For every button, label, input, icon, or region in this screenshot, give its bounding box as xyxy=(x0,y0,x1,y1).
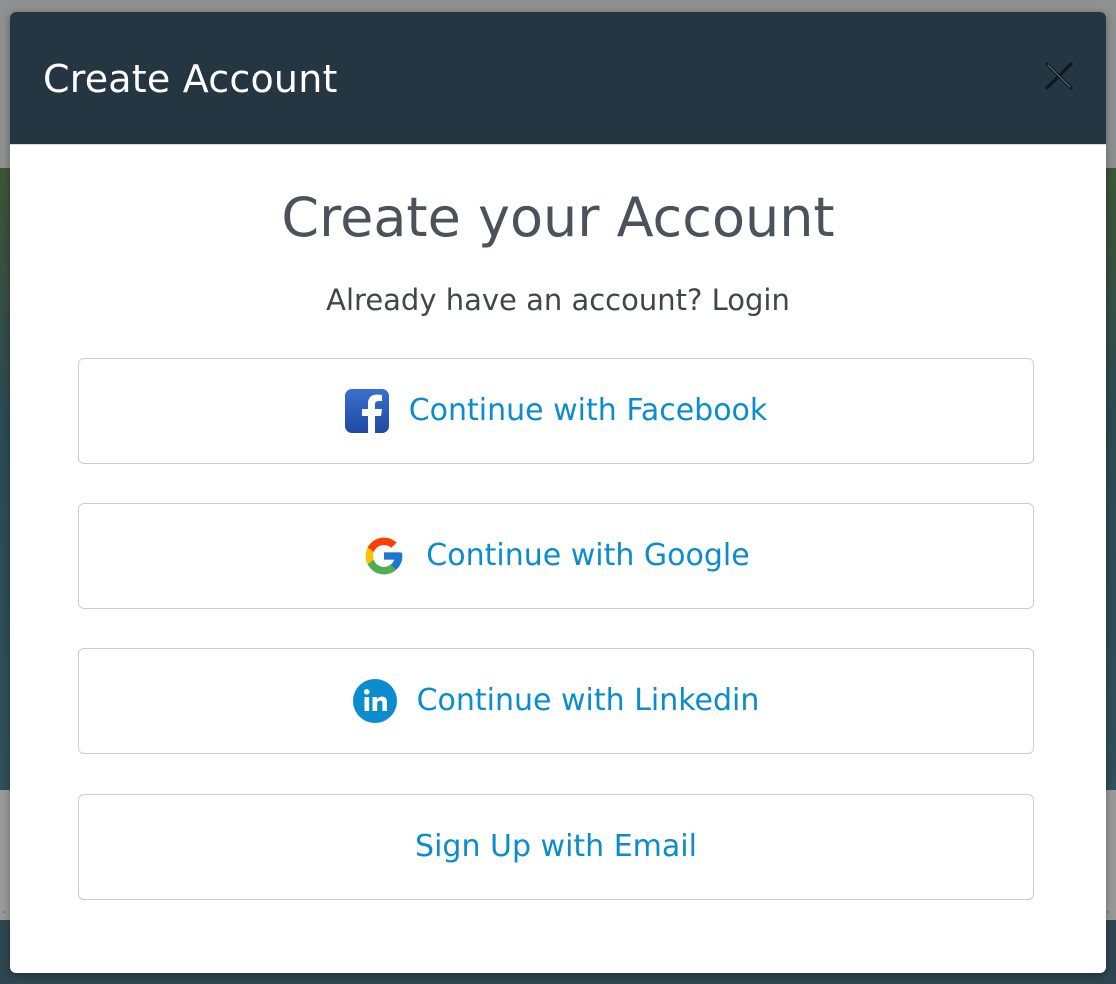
continue-with-facebook-button[interactable]: Continue with Facebook xyxy=(78,358,1034,464)
modal-title: Create Account xyxy=(43,57,338,101)
background-dot-right: . xyxy=(1106,901,1111,917)
linkedin-icon xyxy=(352,679,397,723)
page-title: Create your Account xyxy=(281,186,835,249)
create-account-modal: Create Account Create your Account Alrea… xyxy=(10,12,1106,973)
google-icon xyxy=(362,534,406,578)
login-prompt[interactable]: Already have an account? Login xyxy=(10,280,1106,320)
background-dot-left: . xyxy=(2,901,7,917)
email-button-label: Sign Up with Email xyxy=(415,829,697,864)
sign-up-with-email-button[interactable]: Sign Up with Email xyxy=(78,794,1034,900)
continue-with-google-button[interactable]: Continue with Google xyxy=(78,503,1034,609)
modal-header: Create Account xyxy=(10,12,1106,145)
facebook-button-label: Continue with Facebook xyxy=(408,393,768,428)
google-button-label: Continue with Google xyxy=(426,538,750,573)
linkedin-button-label: Continue with Linkedin xyxy=(416,683,760,718)
close-icon xyxy=(1045,62,1073,90)
close-button[interactable] xyxy=(1040,57,1078,95)
continue-with-linkedin-button[interactable]: Continue with Linkedin xyxy=(78,648,1034,754)
facebook-icon xyxy=(344,389,389,433)
